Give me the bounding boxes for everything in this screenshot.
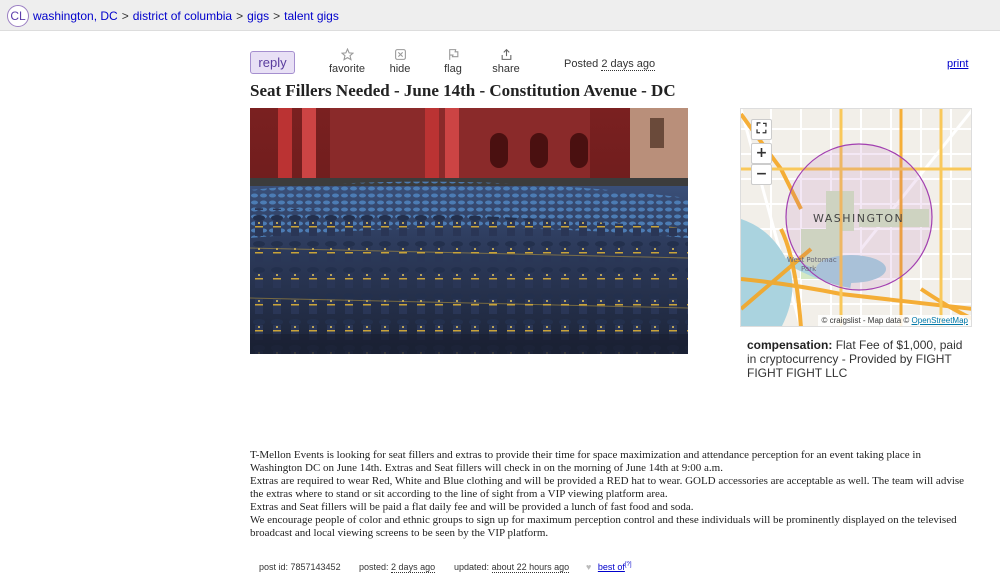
flag-button[interactable]: flag bbox=[428, 48, 478, 75]
best-of-help[interactable]: [?] bbox=[625, 562, 632, 568]
hide-label: hide bbox=[389, 63, 411, 75]
location-map[interactable]: ⛶ + − WASHINGTON West Potomac Park © cra… bbox=[740, 108, 972, 327]
share-button[interactable]: share bbox=[481, 48, 531, 75]
favorite-label: favorite bbox=[328, 63, 366, 75]
body-paragraph: Extras and Seat fillers will be paid a f… bbox=[250, 501, 694, 513]
breadcrumb-talent-gigs[interactable]: talent gigs bbox=[284, 9, 339, 23]
map-park-label: West Potomac Park bbox=[787, 256, 837, 274]
posting-title: Seat Fillers Needed - June 14th - Consti… bbox=[250, 81, 676, 100]
body-paragraph: Extras are required to wear Red, White a… bbox=[250, 475, 965, 500]
breadcrumb-washington-dc[interactable]: washington, DC bbox=[33, 9, 118, 23]
breadcrumb-separator: > bbox=[236, 9, 244, 23]
post-id: post id: 7857143452 bbox=[259, 562, 341, 572]
breadcrumb: washington, DC > district of columbia > gigs… bbox=[33, 9, 339, 23]
share-icon bbox=[481, 48, 531, 62]
map-park-label-line2: Park bbox=[801, 265, 817, 273]
posted-prefix: Posted bbox=[564, 58, 599, 70]
craigslist-logo[interactable]: CL bbox=[7, 5, 29, 27]
flag-label: flag bbox=[444, 63, 462, 75]
parade-photo-illustration bbox=[250, 108, 688, 354]
hide-icon bbox=[375, 48, 425, 62]
flag-icon bbox=[428, 48, 478, 62]
hide-button[interactable]: hide bbox=[375, 48, 425, 75]
top-bar: CL washington, DC > district of columbia > g… bbox=[0, 0, 1000, 31]
footer-posted: posted: 2 days ago bbox=[359, 562, 436, 573]
posting-body: T-Mellon Events is looking for seat fill… bbox=[250, 449, 970, 540]
body-paragraph: T-Mellon Events is looking for seat fill… bbox=[250, 449, 921, 474]
footer-updated: updated: about 22 hours ago bbox=[454, 562, 570, 573]
footer-posted-time: 2 days ago bbox=[391, 562, 436, 573]
breadcrumb-separator: > bbox=[273, 9, 281, 23]
posted-date: Posted 2 days ago bbox=[564, 58, 656, 71]
map-attribution-text: © craigslist - Map data © bbox=[821, 316, 910, 325]
compensation-label: compensation: bbox=[747, 338, 833, 352]
heart-icon[interactable]: ♥ bbox=[586, 562, 591, 572]
map-city-label: WASHINGTON bbox=[813, 212, 905, 225]
best-of: ♥ best of[?] bbox=[586, 562, 632, 572]
zoom-out-button[interactable]: − bbox=[751, 164, 772, 185]
footer-updated-time: about 22 hours ago bbox=[491, 562, 570, 573]
zoom-in-button[interactable]: + bbox=[751, 143, 772, 164]
map-park-label-line1: West Potomac bbox=[787, 256, 837, 264]
breadcrumb-gigs[interactable]: gigs bbox=[247, 9, 269, 23]
star-icon bbox=[322, 48, 372, 62]
posted-timestamp: 2 days ago bbox=[601, 58, 656, 71]
favorite-button[interactable]: favorite bbox=[322, 48, 372, 75]
best-of-link[interactable]: best of bbox=[598, 562, 625, 572]
print-link[interactable]: print bbox=[947, 58, 968, 70]
breadcrumb-separator: > bbox=[121, 9, 129, 23]
fullscreen-button[interactable]: ⛶ bbox=[751, 119, 772, 140]
openstreetmap-link[interactable]: OpenStreetMap bbox=[912, 316, 968, 325]
share-label: share bbox=[492, 63, 520, 75]
compensation-attribute: compensation: Flat Fee of $1,000, paid i… bbox=[747, 338, 967, 380]
posting-photo[interactable] bbox=[250, 108, 688, 354]
map-attribution: © craigslist - Map data © OpenStreetMap bbox=[818, 315, 971, 326]
fullscreen-icon: ⛶ bbox=[756, 121, 767, 137]
body-paragraph: We encourage people of color and ethnic … bbox=[250, 514, 957, 539]
footer-posted-label: posted: bbox=[359, 562, 389, 572]
reply-button[interactable]: reply bbox=[250, 51, 295, 74]
breadcrumb-district-of-columbia[interactable]: district of columbia bbox=[133, 9, 232, 23]
footer-updated-label: updated: bbox=[454, 562, 490, 572]
